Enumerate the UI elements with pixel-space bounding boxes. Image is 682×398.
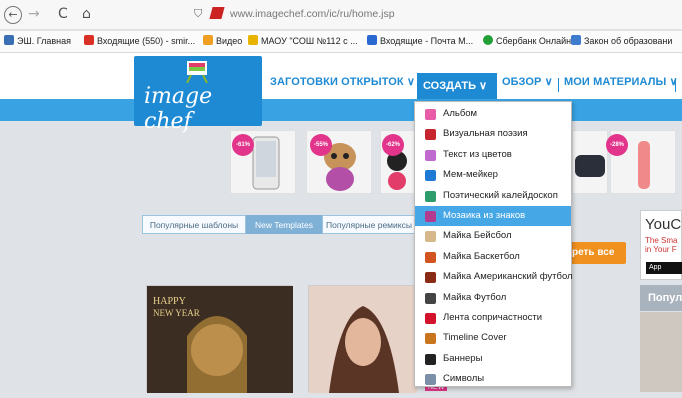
dropdown-item[interactable]: Лента сопричастности xyxy=(415,308,571,328)
site-identity-icon[interactable] xyxy=(209,7,225,19)
dropdown-item[interactable]: Майка Американский футбол xyxy=(415,267,573,287)
home-button[interactable]: ⌂ xyxy=(82,6,91,22)
sberbank-icon xyxy=(483,35,493,45)
bookmark-item[interactable]: Входящие - Почта М... xyxy=(367,35,473,46)
dropdown-item[interactable]: Timeline Cover xyxy=(415,328,571,348)
shoes-image xyxy=(575,155,605,177)
dropdown-item[interactable]: Текст из цветов xyxy=(415,145,571,165)
dropdown-item[interactable]: Символы xyxy=(415,369,571,389)
popular-section-header: Попул xyxy=(640,285,682,311)
address-bar[interactable]: www.imagechef.com/ic/ru/home.jsp xyxy=(230,8,395,20)
menu-browse[interactable]: ОБЗОР ∨ xyxy=(502,75,553,97)
timeline-icon xyxy=(425,333,436,345)
dropdown-item-label: Timeline Cover xyxy=(443,332,507,344)
football-icon xyxy=(425,272,436,284)
mosaic-icon xyxy=(425,211,436,222)
discount-badge: -61% xyxy=(232,134,254,156)
dropdown-item-label: Майка Баскетбол xyxy=(443,250,520,262)
video-icon xyxy=(203,35,213,45)
dropdown-item[interactable]: Поэтический калейдоскоп xyxy=(415,186,571,206)
dropdown-item-label: Майка Американский футбол xyxy=(443,271,573,283)
discount-badge: -55% xyxy=(310,134,332,156)
dropdown-item-label: Мозаика из знаков xyxy=(443,210,526,221)
reload-button[interactable]: C xyxy=(58,6,68,22)
school-site-icon xyxy=(248,35,258,45)
discount-badge: -62% xyxy=(382,134,404,156)
shield-icon[interactable]: ⛉ xyxy=(194,7,202,21)
dropdown-item[interactable]: Баннеры xyxy=(415,349,571,369)
dropdown-item-label: Поэтический калейдоскоп xyxy=(443,189,558,201)
easel-icon xyxy=(186,61,208,83)
discount-badge: -28% xyxy=(606,134,628,156)
dropdown-item-label: Мем-мейкер xyxy=(443,169,498,181)
dropdown-item[interactable]: Альбом xyxy=(415,104,571,124)
bookmark-item[interactable]: МАОУ "СОШ №112 с ... xyxy=(248,35,358,46)
kaleidoscope-icon xyxy=(425,190,436,202)
dropdown-item[interactable]: Мем-мейкер xyxy=(415,165,571,185)
template-card[interactable] xyxy=(308,285,417,393)
bookmark-item[interactable]: Входящие (550) - smir... xyxy=(84,35,195,46)
menu-divider xyxy=(675,78,676,92)
dropdown-item-label: Майка Бейсбол xyxy=(443,230,512,242)
template-card[interactable]: HAPPY NEW YEAR xyxy=(146,285,293,393)
menu-cards[interactable]: ЗАГОТОВКИ ОТКРЫТОК ∨ xyxy=(270,75,415,97)
soccer-icon xyxy=(425,292,436,304)
create-dropdown: Альбом Визуальная поэзия Текст из цветов Ме… xyxy=(414,101,573,389)
bookmark-item[interactable]: Закон об образовани xyxy=(571,35,672,46)
promo-line-2: in Your F xyxy=(645,245,677,254)
logo-text: image chef xyxy=(144,84,213,134)
card-caption: NEW YEAR xyxy=(153,308,200,318)
app-store-button[interactable]: App xyxy=(646,262,682,274)
ribbon-icon xyxy=(425,313,436,324)
popular-thumbnail[interactable] xyxy=(640,312,682,392)
menu-create-label: СОЗДАТЬ ∨ xyxy=(423,80,488,92)
tab-popular-templates[interactable]: Популярные шаблоны xyxy=(142,215,246,234)
dropdown-item[interactable]: Майка Баскетбол xyxy=(415,247,571,267)
menu-divider xyxy=(558,78,559,92)
gmail-icon xyxy=(84,35,94,45)
promo-title: YouC xyxy=(645,216,682,233)
see-all-button[interactable]: реть все xyxy=(570,242,626,264)
dropdown-item-label: Текст из цветов xyxy=(443,148,512,160)
tab-new-templates[interactable]: New Templates xyxy=(246,215,322,234)
dropdown-item[interactable]: Майка Футбол xyxy=(415,288,571,308)
dropdown-item[interactable]: Визуальная поэзия xyxy=(415,124,571,144)
baseball-icon xyxy=(425,231,436,243)
dropdown-item-label: Баннеры xyxy=(443,352,483,364)
bookmarks-bar: ЭШ. Главная Входящие (550) - smir... Вид… xyxy=(0,31,682,53)
meme-icon xyxy=(425,170,436,182)
tab-popular-remixes[interactable]: Популярные ремиксы xyxy=(322,215,416,234)
site-logo[interactable]: image chef xyxy=(134,56,262,134)
dropdown-item[interactable]: Мозаика из знаков xyxy=(415,206,571,226)
bookmark-item[interactable]: ЭШ. Главная xyxy=(4,35,71,46)
dropdown-item-label: Альбом xyxy=(443,108,478,119)
dropdown-item-label: Майка Футбол xyxy=(443,291,507,303)
law-icon xyxy=(571,35,581,45)
header-band xyxy=(0,99,682,121)
flowers-icon xyxy=(425,149,436,161)
poetry-icon xyxy=(425,129,436,141)
portrait-image xyxy=(309,286,417,393)
back-button[interactable]: ← xyxy=(4,6,22,24)
bookmark-item[interactable]: Сбербанк Онлайн xyxy=(483,35,571,46)
album-icon xyxy=(425,109,436,120)
dropdown-item-label: Лента сопричастности xyxy=(443,312,543,323)
school-icon xyxy=(4,35,14,45)
bookmark-item[interactable]: Видео xyxy=(203,35,242,46)
forward-button[interactable]: → xyxy=(28,6,40,22)
basketball-icon xyxy=(425,251,436,263)
menu-create[interactable]: СОЗДАТЬ ∨ xyxy=(417,73,497,99)
browser-toolbar: ← → C ⌂ ⛉ www.imagechef.com/ic/ru/home.j… xyxy=(0,0,682,30)
card-caption: HAPPY xyxy=(153,296,186,307)
menu-my-materials[interactable]: МОИ МАТЕРИАЛЫ ∨ xyxy=(564,75,678,97)
dropdown-item-label: Символы xyxy=(443,373,485,385)
symbols-icon xyxy=(425,374,436,386)
mail-icon xyxy=(367,35,377,45)
banner-icon xyxy=(425,353,436,365)
new-year-image: HAPPY NEW YEAR xyxy=(147,286,293,393)
promo-line-1: The Sma xyxy=(645,236,678,245)
dropdown-item[interactable]: Майка Бейсбол xyxy=(415,226,571,246)
product-tile[interactable] xyxy=(572,130,608,194)
dropdown-item-label: Визуальная поэзия xyxy=(443,128,528,140)
